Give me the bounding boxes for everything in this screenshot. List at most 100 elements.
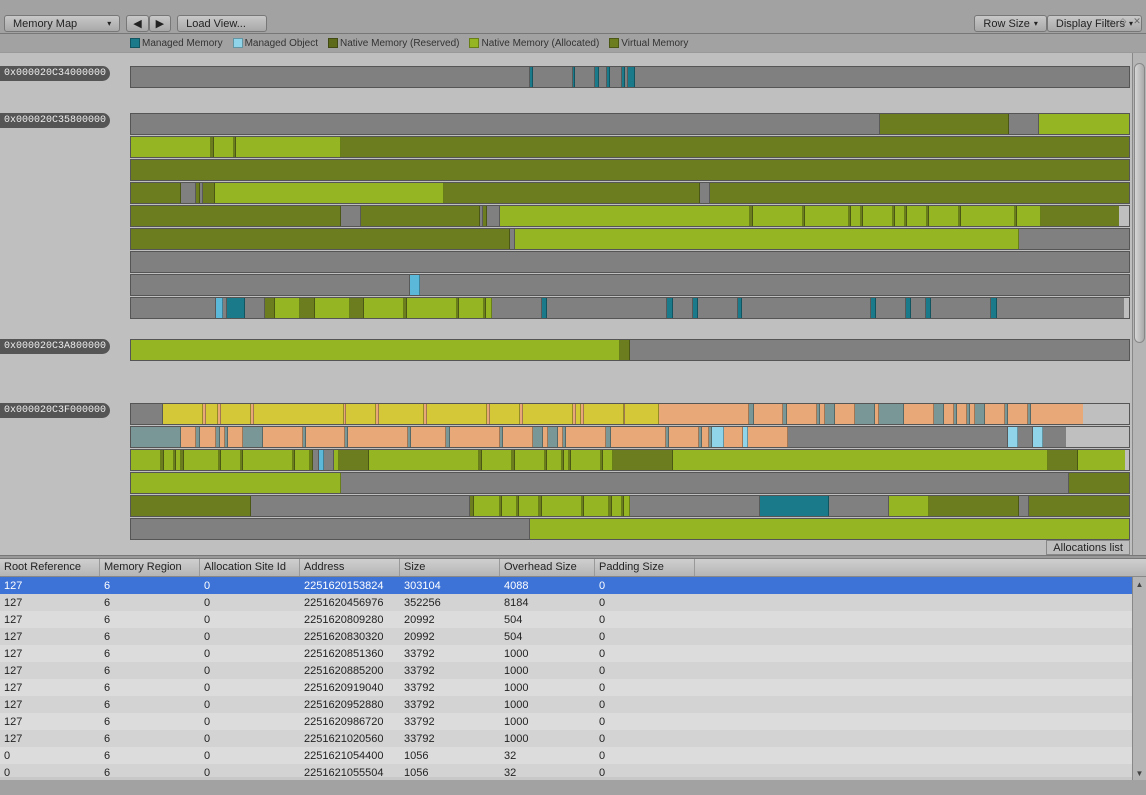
memory-segment[interactable] [492,298,542,318]
table-row[interactable]: 1276022516209528803379210000 [0,696,1146,713]
column-header[interactable]: Root Reference [0,559,100,576]
memory-segment[interactable] [254,404,344,424]
memory-segment[interactable] [1039,114,1129,134]
memory-segment[interactable] [895,206,905,226]
memory-row[interactable] [130,518,1130,540]
memory-segment[interactable] [753,206,803,226]
memory-segment[interactable] [364,298,404,318]
memory-segment[interactable] [599,67,607,87]
memory-segment[interactable] [630,496,760,516]
memory-segment[interactable] [379,404,424,424]
memory-segment[interactable] [131,473,341,493]
memory-segment[interactable] [880,114,1010,134]
memory-segment[interactable] [131,229,510,249]
memory-segment[interactable] [236,137,341,157]
memory-segment[interactable] [1078,450,1125,470]
memory-segment[interactable] [131,450,161,470]
memory-segment[interactable] [548,427,558,447]
memory-segment[interactable] [490,404,520,424]
memory-segment[interactable] [669,427,699,447]
memory-segment[interactable] [724,427,744,447]
memory-segment[interactable] [610,67,622,87]
table-row[interactable]: 1276022516210205603379210000 [0,730,1146,747]
memory-segment[interactable] [411,427,446,447]
maximize-icon[interactable]: ◇ [1118,16,1128,26]
memory-segment[interactable] [911,298,926,318]
memory-segment[interactable] [931,298,991,318]
memory-segment[interactable] [131,404,163,424]
memory-segment[interactable] [515,450,545,470]
memory-segment[interactable] [929,206,959,226]
memory-row[interactable] [130,113,1130,135]
memory-segment[interactable] [542,496,582,516]
memory-segment[interactable] [889,496,929,516]
memory-segment[interactable] [131,160,1129,180]
memory-segment[interactable] [584,496,609,516]
memory-segment[interactable] [863,206,893,226]
memory-segment[interactable] [131,114,880,134]
scroll-up-icon[interactable]: ▲ [1133,577,1146,591]
memory-segment[interactable] [855,404,875,424]
memory-segment[interactable] [131,427,181,447]
memory-segment[interactable] [1008,404,1028,424]
memory-row[interactable] [130,274,1130,296]
memory-segment[interactable] [482,450,512,470]
memory-segment[interactable] [825,404,835,424]
table-row[interactable]: 12760225162045697635225681840 [0,594,1146,611]
memory-segment[interactable] [611,427,666,447]
memory-segment[interactable] [742,298,872,318]
memory-segment[interactable] [748,427,788,447]
memory-segment[interactable] [444,183,699,203]
memory-segment[interactable] [1018,427,1033,447]
memory-segment[interactable] [275,298,300,318]
memory-segment[interactable] [131,137,211,157]
memory-segment[interactable] [635,67,1129,87]
memory-segment[interactable] [620,340,630,360]
memory-segment[interactable] [934,404,944,424]
memory-row[interactable] [130,182,1130,204]
memory-row[interactable] [130,66,1130,88]
memory-segment[interactable] [131,252,1129,272]
memory-segment[interactable] [612,496,622,516]
scrollbar-thumb[interactable] [1134,63,1145,343]
scroll-down-icon[interactable]: ▼ [1133,766,1146,780]
memory-segment[interactable] [530,519,1129,539]
memory-segment[interactable] [805,206,850,226]
memory-segment[interactable] [184,450,219,470]
memory-segment[interactable] [215,183,445,203]
memory-segment[interactable] [997,298,1124,318]
memory-segment[interactable] [603,450,613,470]
memory-segment[interactable] [961,206,1015,226]
memory-segment[interactable] [1033,427,1043,447]
memory-row[interactable] [130,136,1130,158]
memory-segment[interactable] [181,183,196,203]
memory-segment[interactable] [957,404,967,424]
table-row[interactable]: 1276022516208852003379210000 [0,662,1146,679]
memory-segment[interactable] [547,298,667,318]
dock-icon[interactable]: ▭ [1104,16,1114,26]
memory-segment[interactable] [369,450,479,470]
memory-segment[interactable] [315,298,350,318]
memory-segment[interactable] [131,206,341,226]
memory-segment[interactable] [181,427,196,447]
memory-segment[interactable] [1009,114,1039,134]
table-row[interactable]: 127602251620809280209925040 [0,611,1146,628]
memory-segment[interactable] [487,206,500,226]
memory-segment[interactable] [350,298,365,318]
column-header[interactable]: Address [300,559,400,576]
memory-segment[interactable] [754,404,784,424]
memory-segment[interactable] [702,427,709,447]
memory-segment[interactable] [214,137,234,157]
table-row[interactable]: 1276022516209867203379210000 [0,713,1146,730]
memory-segment[interactable] [929,496,1019,516]
table-row[interactable]: 12760225162015382430310440880 [0,577,1146,594]
memory-segment[interactable] [575,67,595,87]
memory-segment[interactable] [407,298,457,318]
memory-segment[interactable] [523,404,573,424]
memory-segment[interactable] [515,229,1019,249]
memory-segment[interactable] [1069,473,1129,493]
memory-segment[interactable] [163,404,203,424]
view-dropdown[interactable]: Memory Map ▾ [4,15,120,32]
memory-segment[interactable] [131,275,410,295]
column-header[interactable]: Allocation Site Id [200,559,300,576]
